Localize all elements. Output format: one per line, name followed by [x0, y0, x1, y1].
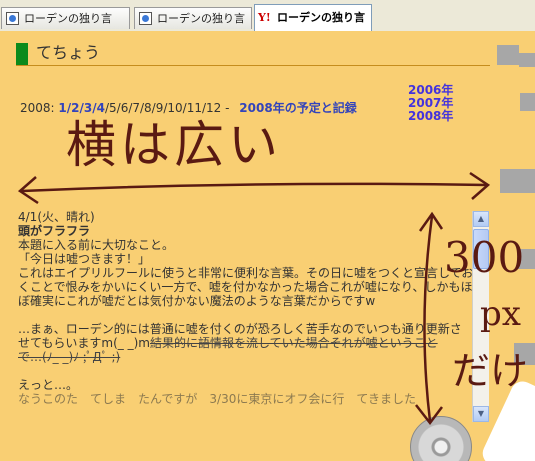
side-block [520, 93, 535, 111]
width-arrow-line [21, 182, 488, 193]
entry-line: 「今日は嘘つきます！」 [18, 252, 151, 266]
page-icon [6, 12, 19, 25]
browser-tab-3-active[interactable]: Y! ローデンの独り言 [254, 4, 372, 31]
yahoo-logo-icon: Y! [258, 11, 271, 24]
entry-line [18, 308, 474, 322]
browser-tab-2[interactable]: ローデンの独り言 [134, 7, 252, 29]
annotation-wide: 横は広い [66, 116, 282, 174]
side-block [497, 45, 519, 65]
entry-line: これはエイプリルフールに使うと非常に便利な言葉。その日に嘘をつくと宣言してお [18, 266, 474, 280]
plan-link[interactable]: 2008年の予定と記録 [239, 101, 356, 115]
month-navigation: 2008: 1/2/3/4/5/6/7/8/9/10/11/12 - 2008年… [20, 101, 357, 116]
scroll-down-button[interactable]: ▼ [473, 406, 489, 422]
entry-line: せてもらいますm(_ _)m結果的に語情報を流していた場合それが嘘ということ [18, 336, 474, 350]
entry-line: 本題に入る前に大切なこと。 [18, 238, 175, 252]
separator: - [225, 101, 230, 115]
year-link-2008[interactable]: 2008年 [408, 110, 453, 123]
annotation-only: だけ [452, 349, 529, 393]
annotation-px: px [480, 294, 521, 334]
entry-title: 頭がフラフラ [18, 224, 91, 238]
entry-line: えっと…。 [18, 378, 79, 392]
cd-disc-icon [410, 416, 472, 461]
page-title: てちょう [36, 43, 101, 62]
entry-line: なうこのた てしま たんですが 3/30に東京にオフ会に行 てきました [18, 392, 416, 406]
tab-label: ローデンの独り言 [24, 12, 112, 25]
entry-date: 4/1(火、晴れ) [18, 210, 95, 224]
scroll-up-button[interactable]: ▲ [473, 211, 489, 227]
entry-line: くことで恨みをかいにくい一方で、嘘を付かなかった場合これが嘘になり、しかもほ [18, 280, 473, 294]
width-arrow-left-head [17, 176, 39, 205]
page-header: てちょう [16, 41, 490, 66]
side-block [519, 53, 535, 67]
entry-line [18, 364, 474, 378]
tab-label: ローデンの独り言 [157, 12, 245, 25]
strikethrough-text: で…(ﾉ_ _)ﾉ ;ﾟДﾟ ;) [18, 350, 121, 364]
strikethrough-text: 結果的に語情報を流していた場合それが嘘ということ [149, 336, 438, 350]
browser-tab-strip: ローデンの独り言 ローデンの独り言 Y! ローデンの独り言 [0, 0, 535, 32]
year-prefix: 2008: [20, 101, 55, 115]
header-accent-bar [16, 43, 28, 65]
annotation-300: 300 [444, 233, 525, 282]
tab-label: ローデンの独り言 [277, 11, 365, 24]
month-links[interactable]: /5/6/7/8/9/10/11/12 [105, 101, 221, 115]
current-months-link[interactable]: 1/2/3/4 [58, 101, 105, 115]
entry-line-text: せてもらいますm(_ _)m [18, 336, 150, 350]
browser-tab-1[interactable]: ローデンの独り言 [1, 7, 130, 29]
page-icon [139, 12, 152, 25]
year-links: 2006年 2007年 2008年 [408, 84, 453, 123]
page-content: てちょう 2008: 1/2/3/4/5/6/7/8/9/10/11/12 - … [0, 31, 535, 461]
side-block [500, 169, 535, 193]
entry-line: ぼ確実にこれが嘘だとは気付かない魔法のような言葉だからですw [18, 294, 376, 308]
diary-scroll-box[interactable]: 4/1(火、晴れ) 頭がフラフラ 本題に入る前に大切なこと。 「今日は嘘つきます… [18, 210, 474, 422]
entry-line: …まぁ、ローデン的には普通に嘘を付くのが恐ろしく苦手なのでいつも通り更新さ [18, 322, 462, 336]
width-arrow-right-head [469, 171, 491, 200]
